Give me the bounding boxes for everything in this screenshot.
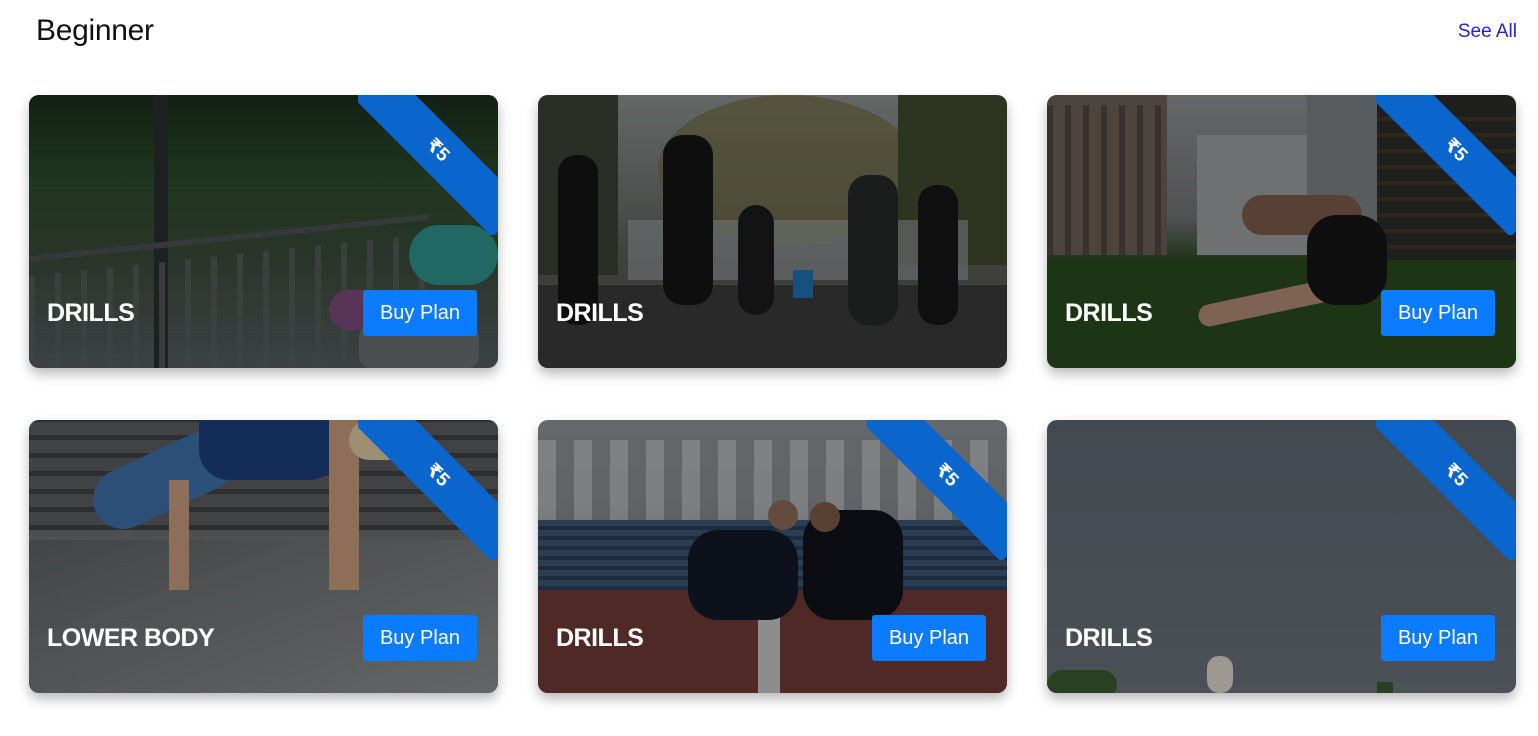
plan-grid: ₹5 DRILLS Buy Plan DRILLS ₹5 DRILLS Buy … — [29, 95, 1516, 693]
plan-card[interactable]: DRILLS — [538, 95, 1007, 368]
price-ribbon: ₹5 — [358, 420, 498, 560]
price-ribbon: ₹5 — [1376, 420, 1516, 560]
price-ribbon: ₹5 — [1376, 95, 1516, 235]
plan-card[interactable]: ₹5 DRILLS Buy Plan — [29, 95, 498, 368]
price-ribbon: ₹5 — [867, 420, 1007, 560]
price-badge: ₹5 — [358, 95, 498, 235]
price-badge: ₹5 — [358, 420, 498, 560]
price-badge: ₹5 — [1376, 420, 1516, 560]
plan-card[interactable]: ₹5 DRILLS Buy Plan — [1047, 95, 1516, 368]
card-title: DRILLS — [556, 624, 644, 652]
card-title: DRILLS — [556, 299, 644, 327]
price-badge: ₹5 — [1376, 95, 1516, 235]
plan-card[interactable]: ₹5 DRILLS Buy Plan — [538, 420, 1007, 693]
price-badge: ₹5 — [867, 420, 1007, 560]
card-title: DRILLS — [47, 299, 135, 327]
card-title: DRILLS — [1065, 624, 1153, 652]
price-ribbon: ₹5 — [358, 95, 498, 235]
card-title: DRILLS — [1065, 299, 1153, 327]
buy-plan-button[interactable]: Buy Plan — [363, 290, 477, 336]
buy-plan-button[interactable]: Buy Plan — [1381, 290, 1495, 336]
card-title: LOWER BODY — [47, 624, 215, 652]
plan-card[interactable]: ₹5 DRILLS Buy Plan — [1047, 420, 1516, 693]
see-all-link[interactable]: See All — [1458, 21, 1517, 43]
buy-plan-button[interactable]: Buy Plan — [872, 615, 986, 661]
section-title: Beginner — [36, 14, 154, 47]
buy-plan-button[interactable]: Buy Plan — [363, 615, 477, 661]
page: Beginner See All ₹5 DRILLS Buy Plan DRIL… — [0, 0, 1538, 736]
plan-card[interactable]: ₹5 LOWER BODY Buy Plan — [29, 420, 498, 693]
buy-plan-button[interactable]: Buy Plan — [1381, 615, 1495, 661]
